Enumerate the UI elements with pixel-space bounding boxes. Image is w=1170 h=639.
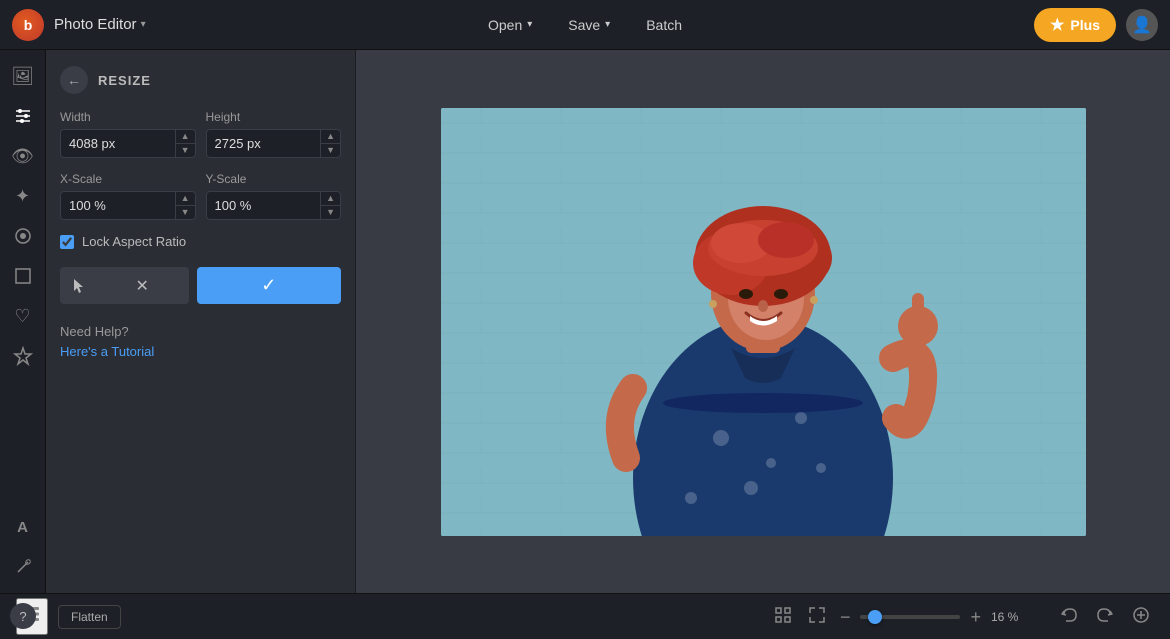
y-scale-down-button[interactable]: ▼ <box>321 206 340 219</box>
sidebar-item-star[interactable]: ✦ <box>5 178 41 214</box>
width-input-wrap: ▲ ▼ <box>60 129 196 158</box>
sidebar-item-eye[interactable]: 👁 <box>5 138 41 174</box>
height-label: Height <box>206 110 342 124</box>
width-group: Width ▲ ▼ <box>60 110 196 158</box>
action-row: ✕ ✓ <box>60 267 341 304</box>
y-scale-spinners: ▲ ▼ <box>320 192 340 219</box>
cancel-button[interactable]: ✕ <box>96 267 189 304</box>
tutorial-link[interactable]: Here's a Tutorial <box>60 344 154 359</box>
help-button[interactable]: ? <box>10 603 36 629</box>
y-scale-group: Y-Scale ▲ ▼ <box>206 172 342 220</box>
panel-content: Width ▲ ▼ Height <box>46 110 355 381</box>
bottom-bar: Flatten − + 16 % <box>0 593 1170 639</box>
help-text: Need Help? <box>60 324 341 339</box>
y-scale-label: Y-Scale <box>206 172 342 186</box>
panel-title: RESIZE <box>98 73 151 88</box>
sidebar-item-heart[interactable]: ♡ <box>5 298 41 334</box>
avatar[interactable]: 👤 <box>1126 9 1158 41</box>
x-scale-input[interactable] <box>61 192 175 219</box>
cancel-group: ✕ <box>60 267 189 304</box>
sidebar-item-brush[interactable] <box>5 549 41 585</box>
sidebar-item-adjustments[interactable] <box>5 98 41 134</box>
lock-row: Lock Aspect Ratio <box>60 234 341 249</box>
canvas-area <box>356 50 1170 593</box>
height-input-wrap: ▲ ▼ <box>206 129 342 158</box>
panel-header: ← RESIZE <box>46 50 355 110</box>
sidebar-item-image[interactable]: 🖼 <box>5 58 41 94</box>
back-button[interactable]: ← <box>60 66 88 94</box>
sidebar-item-text[interactable]: A <box>5 509 41 545</box>
zoom-in-button[interactable]: + <box>968 606 983 628</box>
header-nav: Open ▾ Save ▾ Batch <box>470 9 700 41</box>
zoom-slider[interactable] <box>860 615 960 619</box>
zoom-thumb[interactable] <box>868 610 882 624</box>
zoom-controls: − + 16 % <box>770 602 1026 632</box>
zoom-out-button[interactable]: − <box>838 606 853 628</box>
cursor-icon <box>60 267 96 304</box>
x-scale-spinners: ▲ ▼ <box>175 192 195 219</box>
y-scale-input[interactable] <box>207 192 321 219</box>
plus-button[interactable]: ★ Plus <box>1034 8 1116 42</box>
scale-row: X-Scale ▲ ▼ Y-Scale <box>60 172 341 220</box>
height-spinners: ▲ ▼ <box>320 130 340 157</box>
resize-panel: ← RESIZE Width ▲ ▼ <box>46 50 356 593</box>
flatten-button[interactable]: Flatten <box>58 605 121 629</box>
bar-right <box>1056 602 1154 632</box>
height-down-button[interactable]: ▼ <box>321 144 340 157</box>
fullscreen-button[interactable] <box>804 602 830 632</box>
sidebar-item-effects[interactable] <box>5 218 41 254</box>
width-spinners: ▲ ▼ <box>175 130 195 157</box>
sidebar-item-frame[interactable] <box>5 258 41 294</box>
plus-label: Plus <box>1070 17 1100 33</box>
save-button[interactable]: Save ▾ <box>550 9 628 41</box>
confirm-button[interactable]: ✓ <box>197 267 342 304</box>
redo-button[interactable] <box>1092 602 1118 632</box>
x-scale-label: X-Scale <box>60 172 196 186</box>
header-right: ★ Plus 👤 <box>1034 8 1158 42</box>
x-scale-down-button[interactable]: ▼ <box>176 206 195 219</box>
photo-canvas <box>441 108 1086 536</box>
batch-button[interactable]: Batch <box>628 9 700 41</box>
lock-aspect-checkbox[interactable] <box>60 235 74 249</box>
fit-button[interactable] <box>770 602 796 632</box>
y-scale-input-wrap: ▲ ▼ <box>206 191 342 220</box>
icon-bar: 🖼 👁 ✦ ♡ <box>0 50 46 593</box>
app-title-chevron: ▾ <box>141 19 146 30</box>
zoom-percent: 16 % <box>991 610 1026 624</box>
sidebar-item-sticker[interactable] <box>5 338 41 374</box>
y-scale-up-button[interactable]: ▲ <box>321 192 340 205</box>
more-button[interactable] <box>1128 602 1154 632</box>
height-up-button[interactable]: ▲ <box>321 130 340 143</box>
app-title-group[interactable]: Photo Editor ▾ <box>54 16 146 33</box>
height-input[interactable] <box>207 130 321 157</box>
x-scale-group: X-Scale ▲ ▼ <box>60 172 196 220</box>
photo-subject <box>441 108 1086 536</box>
plus-star: ★ <box>1050 15 1064 35</box>
dimensions-row: Width ▲ ▼ Height <box>60 110 341 158</box>
undo-button[interactable] <box>1056 602 1082 632</box>
header: b Photo Editor ▾ Open ▾ Save ▾ Batch ★ P… <box>0 0 1170 50</box>
open-button[interactable]: Open ▾ <box>470 9 550 41</box>
x-scale-input-wrap: ▲ ▼ <box>60 191 196 220</box>
width-label: Width <box>60 110 196 124</box>
width-up-button[interactable]: ▲ <box>176 130 195 143</box>
x-scale-up-button[interactable]: ▲ <box>176 192 195 205</box>
app-title-text: Photo Editor <box>54 16 137 33</box>
height-group: Height ▲ ▼ <box>206 110 342 158</box>
width-input[interactable] <box>61 130 175 157</box>
main-area: 🖼 👁 ✦ ♡ <box>0 50 1170 593</box>
width-down-button[interactable]: ▼ <box>176 144 195 157</box>
app-logo: b <box>12 9 44 41</box>
help-section: Need Help? Here's a Tutorial <box>60 324 341 361</box>
lock-aspect-label[interactable]: Lock Aspect Ratio <box>82 234 186 249</box>
